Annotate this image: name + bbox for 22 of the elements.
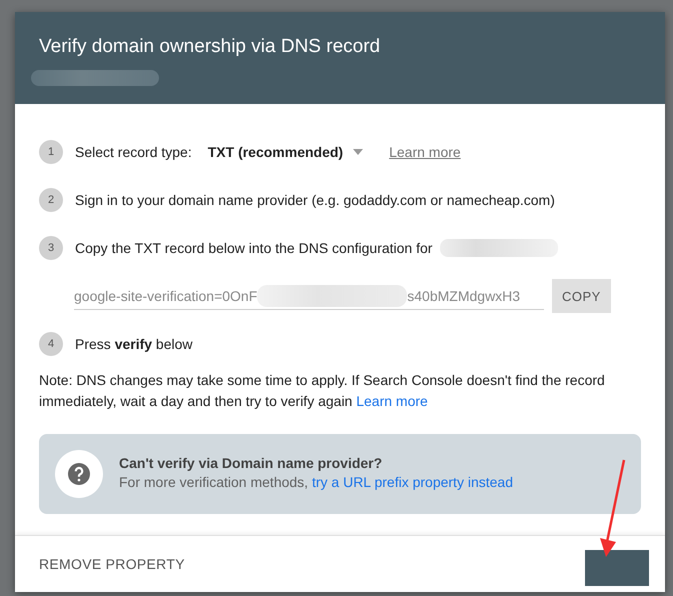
note-text: Note: DNS changes may take some time to apply. If Search Console doesn't find the record immediately, wait a day and then try to verify again Learn more xyxy=(39,371,606,411)
url-prefix-link[interactable]: try a URL prefix property instead xyxy=(312,474,513,490)
caret-icon xyxy=(353,149,364,155)
verify-button[interactable] xyxy=(585,550,649,586)
dialog-title: Verify domain ownership via DNS record xyxy=(39,36,382,58)
help-title: Can't verify via Domain name provider? xyxy=(119,455,384,471)
step-number: 1 xyxy=(39,140,63,164)
learn-more-link[interactable]: Learn more xyxy=(389,144,461,160)
step-label: Copy the TXT record below into the DNS configuration for xyxy=(75,240,432,256)
record-type-dropdown[interactable]: TXT (recommended) xyxy=(208,144,364,160)
step-label: Press verify below xyxy=(75,336,193,352)
copy-button[interactable]: COPY xyxy=(552,279,611,313)
step-number: 2 xyxy=(39,188,63,212)
step-label: Select record type: xyxy=(75,144,192,160)
remove-property-button[interactable]: REMOVE PROPERTY xyxy=(39,556,185,572)
step-number: 3 xyxy=(39,236,63,260)
help-icon xyxy=(55,450,103,498)
step-number: 4 xyxy=(39,332,63,356)
help-text: For more verification methods, try a URL prefix property instead xyxy=(119,473,513,492)
learn-more-link[interactable]: Learn more xyxy=(356,393,428,409)
step-label: Sign in to your domain name provider (e.g. godaddy.com or namecheap.com) xyxy=(75,192,555,208)
record-field[interactable]: google-site-verification=0OnF s40bMZMdgwxH3 xyxy=(74,282,544,310)
